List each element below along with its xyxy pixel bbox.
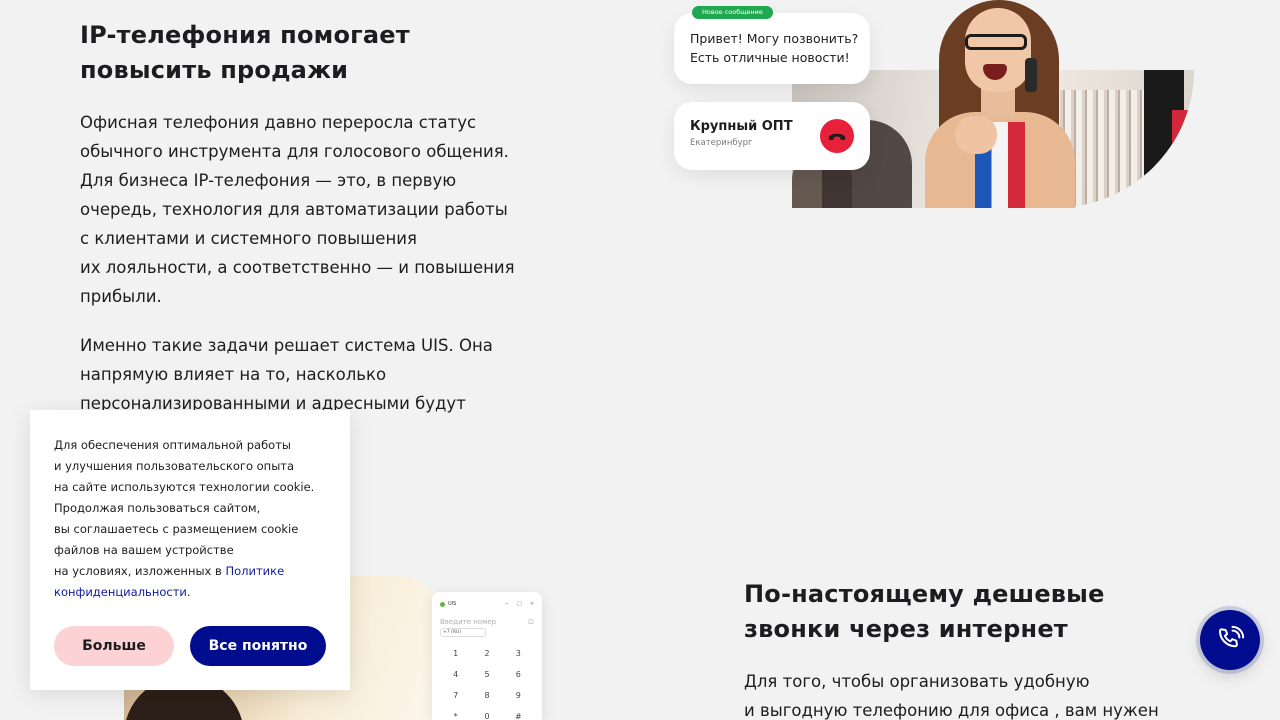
text-line: их лояльности, а соответственно — и повы…	[80, 258, 515, 277]
cookie-line: на условиях, изложенных в Политике	[54, 561, 326, 582]
message-line: Есть отличные новости!	[690, 50, 850, 65]
message-text: Привет! Могу позвонить? Есть отличные но…	[690, 29, 859, 67]
glasses	[965, 34, 1027, 50]
dial-key-star[interactable]: *	[440, 712, 471, 720]
text-line: очередь, технология для автоматизации ра…	[80, 200, 508, 219]
text-line: и выгодную телефонию для офиса , вам нуж…	[744, 701, 1159, 720]
dress-red	[1172, 110, 1194, 208]
status-dot-icon	[440, 601, 445, 607]
phone-number-input[interactable]: Введите номер ⊡	[440, 618, 534, 626]
title-line: IP-телефония помогает	[80, 21, 410, 49]
accept-cookies-button[interactable]: Все понятно	[190, 626, 326, 666]
phone-call-icon	[1219, 625, 1245, 648]
mobile-phone	[1025, 58, 1037, 92]
minimize-button[interactable]: −	[505, 601, 509, 607]
text-line: прибыли.	[80, 287, 162, 306]
phone-hangup-icon	[828, 133, 846, 141]
text-line: напрямую влияет на то, насколько	[80, 365, 387, 384]
dial-key-4[interactable]: 4	[440, 670, 471, 679]
dial-key-6[interactable]: 6	[503, 670, 534, 679]
window-controls: − □ ×	[505, 601, 534, 607]
section-title-cheap-calls: По-настоящему дешевые звонки через интер…	[744, 577, 1224, 647]
cookie-text: Для обеспечения оптимальной работы и улу…	[54, 435, 326, 603]
softphone-logo: UIS	[440, 601, 456, 607]
cookie-line-suffix: .	[186, 585, 191, 599]
dial-key-1[interactable]: 1	[440, 649, 471, 658]
call-fab-button[interactable]	[1200, 610, 1260, 670]
softphone-widget: UIS − □ × Введите номер ⊡ +7 (RU) 1 2 3 …	[432, 592, 542, 720]
message-bubble: Привет! Могу позвонить? Есть отличные но…	[674, 13, 870, 84]
dial-key-0[interactable]: 0	[471, 712, 502, 720]
text-line: обычного инструмента для голосового обще…	[80, 142, 509, 161]
section-title: IP-телефония помогает повысить продажи	[80, 18, 560, 88]
cookie-line: конфиденциальности.	[54, 582, 326, 603]
text-line: с клиентами и системного повышения	[80, 229, 417, 248]
cookie-banner: Для обеспечения оптимальной работы и улу…	[30, 410, 350, 690]
paragraph-intro: Офисная телефония давно переросла статус…	[80, 108, 550, 311]
dial-key-3[interactable]: 3	[503, 649, 534, 658]
softphone-logo-text: UIS	[448, 601, 457, 607]
dial-pad: 1 2 3 4 5 6 7 8 9 * 0 #	[440, 649, 534, 720]
privacy-policy-link-continued[interactable]: конфиденциальности	[54, 585, 187, 599]
hangup-button[interactable]	[820, 119, 854, 153]
country-code-select[interactable]: +7 (RU)	[440, 628, 486, 637]
softphone-header: UIS − □ ×	[440, 598, 534, 610]
maximize-button[interactable]: □	[517, 601, 522, 607]
cookie-line: и улучшения пользовательского опыта	[54, 459, 295, 473]
cookie-line: на сайте используются технологии cookie.	[54, 480, 315, 494]
title-line: повысить продажи	[80, 56, 349, 84]
dial-key-7[interactable]: 7	[440, 691, 471, 700]
privacy-policy-link[interactable]: Политике	[225, 564, 284, 578]
phone-number-placeholder: Введите номер	[440, 618, 497, 626]
title-line: По-настоящему дешевые	[744, 580, 1105, 608]
message-line: Привет! Могу позвонить?	[690, 31, 859, 46]
dial-key-8[interactable]: 8	[471, 691, 502, 700]
dial-key-2[interactable]: 2	[471, 649, 502, 658]
cookie-line-prefix: на условиях, изложенных в	[54, 564, 226, 578]
hand	[955, 116, 997, 154]
text-line: Для бизнеса IP-телефония — это, в первую	[80, 171, 457, 190]
dial-key-5[interactable]: 5	[471, 670, 502, 679]
cookie-line: файлов на вашем устройстве	[54, 543, 234, 557]
cookie-actions: Больше Все понятно	[54, 626, 326, 666]
cookie-line: Для обеспечения оптимальной работы	[54, 438, 291, 452]
more-button[interactable]: Больше	[54, 626, 174, 666]
text-line: Именно такие задачи решает система UIS. …	[80, 336, 493, 355]
close-button[interactable]: ×	[530, 601, 534, 607]
paragraph-cheap-calls: Для того, чтобы организовать удобную и в…	[744, 667, 1224, 720]
cookie-line: Продолжая пользоваться сайтом,	[54, 501, 261, 515]
woman-on-phone-illustration	[925, 0, 1095, 208]
cookie-line: вы соглашаетесь с размещением cookie	[54, 522, 299, 536]
neck	[981, 88, 1015, 118]
new-message-badge: Новое сообщение	[692, 6, 773, 19]
title-line: звонки через интернет	[744, 615, 1068, 643]
contacts-icon[interactable]: ⊡	[528, 618, 534, 626]
text-line: Для того, чтобы организовать удобную	[744, 672, 1090, 691]
dial-key-hash[interactable]: #	[503, 712, 534, 720]
incoming-call-card: Крупный ОПТ Екатеринбург	[674, 102, 870, 170]
dial-key-9[interactable]: 9	[503, 691, 534, 700]
text-line: Офисная телефония давно переросла статус	[80, 113, 477, 132]
